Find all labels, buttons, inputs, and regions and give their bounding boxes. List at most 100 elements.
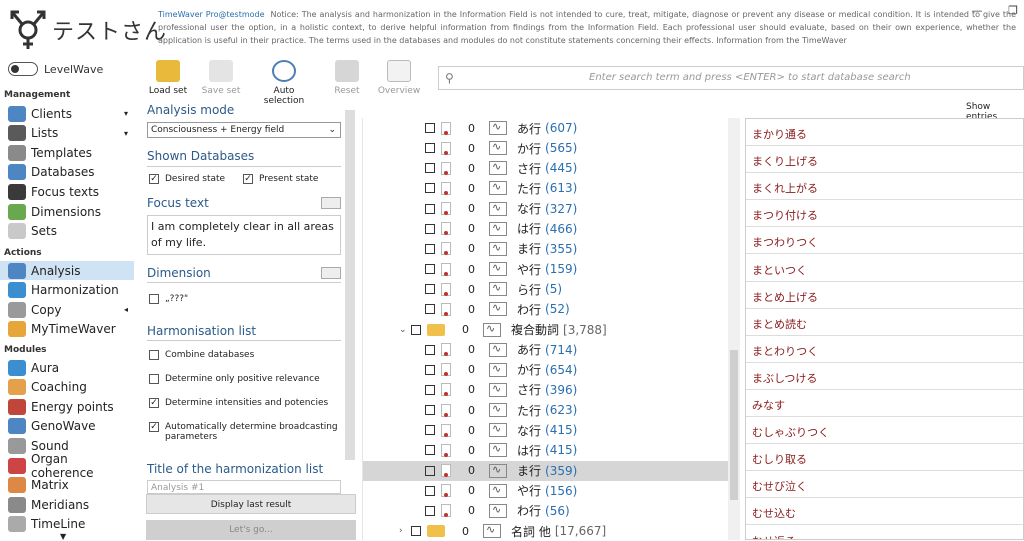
tree-row[interactable]: 0 さ行(445) [363, 158, 729, 178]
sidebar-item-focus-texts[interactable]: Focus texts [0, 182, 134, 201]
wave-icon[interactable] [489, 362, 507, 377]
tree-row[interactable]: 0 あ行(607) [363, 118, 729, 138]
tree-row[interactable]: 0 わ行(52) [363, 299, 729, 319]
search-input[interactable]: ⚲ Enter search term and press <ENTER> to… [438, 66, 1024, 90]
wave-icon[interactable] [489, 201, 507, 216]
levelwave-toggle[interactable] [8, 62, 38, 76]
row-checkbox[interactable] [425, 425, 435, 436]
tree-row[interactable]: 0 な行(415) [363, 420, 729, 440]
wave-icon[interactable] [489, 422, 507, 438]
list-item[interactable]: まつわりつく [746, 227, 1023, 255]
chevron-icon[interactable]: ▾ [124, 109, 128, 118]
sidebar-item-organ-coherence[interactable]: Organ coherence [0, 452, 134, 480]
broadcast-params-checkbox[interactable]: ✓ Automatically determine broadcasting pa… [149, 422, 339, 442]
list-item[interactable]: むせ返る [746, 526, 1023, 540]
load-set-button[interactable]: Load set [139, 60, 197, 96]
row-checkbox[interactable] [425, 405, 435, 416]
tree-scroll-thumb[interactable] [730, 350, 738, 500]
sidebar-item-matrix[interactable]: Matrix [0, 476, 134, 495]
row-checkbox[interactable] [425, 465, 435, 476]
wave-icon[interactable] [483, 322, 501, 337]
wave-icon[interactable] [489, 463, 507, 478]
row-checkbox[interactable] [425, 123, 435, 133]
tree-row[interactable]: 0 や行(156) [363, 481, 729, 501]
display-last-result-button[interactable]: Display last result [146, 494, 356, 514]
tree-row[interactable]: 0 は行(415) [363, 440, 729, 460]
sidebar-item-templates[interactable]: Templates [0, 143, 134, 162]
intensities-checkbox[interactable]: ✓ Determine intensities and potencies [149, 398, 339, 408]
list-item[interactable]: むせ込む [746, 498, 1023, 526]
tree-folder-row[interactable]: › 0 名詞 他[17,667] [363, 521, 729, 540]
row-checkbox[interactable] [425, 364, 435, 375]
list-item[interactable]: みなす [746, 390, 1023, 417]
desired-state-checkbox[interactable]: ✓ Desired state [149, 174, 239, 184]
wave-icon[interactable] [483, 523, 501, 538]
sidebar-item-timeline[interactable]: TimeLine [0, 515, 134, 534]
tree-row[interactable]: 0 ま行(359) [363, 460, 729, 481]
row-checkbox[interactable] [425, 384, 435, 395]
expand-toggle-icon[interactable]: ⌄ [399, 325, 409, 335]
sidebar-item-genowave[interactable]: GenoWave [0, 417, 134, 436]
wave-icon[interactable] [489, 221, 507, 236]
positive-relevance-checkbox[interactable]: Determine only positive relevance [149, 374, 339, 384]
row-checkbox[interactable] [425, 344, 435, 355]
wave-icon[interactable] [489, 160, 507, 176]
row-checkbox[interactable] [411, 526, 421, 536]
panel-scrollbar[interactable] [345, 110, 355, 460]
tree-row[interactable]: 0 ら行(5) [363, 279, 729, 299]
tree-row[interactable]: 0 た行(623) [363, 400, 729, 420]
sidebar-item-aura[interactable]: Aura [0, 358, 134, 377]
combine-databases-checkbox[interactable]: Combine databases [149, 350, 339, 360]
wave-icon[interactable] [489, 120, 507, 135]
row-checkbox[interactable] [425, 264, 435, 275]
row-checkbox[interactable] [411, 324, 421, 335]
tree-row[interactable]: 0 か行(565) [363, 138, 729, 158]
present-state-checkbox[interactable]: ✓ Present state [243, 174, 343, 184]
tree-row[interactable]: 0 た行(613) [363, 178, 729, 198]
chevron-icon[interactable]: ◂ [124, 305, 128, 314]
list-item[interactable]: まとめ上げる [746, 282, 1023, 309]
tree-row[interactable]: 0 わ行(56) [363, 501, 729, 521]
row-checkbox[interactable] [425, 485, 435, 496]
list-item[interactable]: まぶしつける [746, 363, 1023, 390]
overview-button[interactable]: Overview [370, 60, 428, 96]
sidebar-item-coaching[interactable]: Coaching [0, 378, 134, 397]
tree-row[interactable]: 0 は行(466) [363, 219, 729, 239]
list-item[interactable]: むしゃぶりつく [746, 417, 1023, 445]
harmonization-title-input[interactable]: Analysis #1 [147, 480, 341, 494]
list-item[interactable]: まかり通る [746, 119, 1023, 146]
row-checkbox[interactable] [425, 243, 435, 254]
row-checkbox[interactable] [425, 445, 435, 456]
sidebar-item-lists[interactable]: Lists ▾ [0, 124, 134, 143]
list-item[interactable]: むせび泣く [746, 471, 1023, 499]
tree-row[interactable]: 0 な行(327) [363, 199, 729, 219]
restore-icon[interactable]: ❐ [1008, 4, 1018, 17]
list-item[interactable]: まくり上げる [746, 146, 1023, 174]
minimize-icon[interactable]: — [972, 4, 983, 17]
tree-row[interactable]: 0 ま行(355) [363, 239, 729, 259]
list-item[interactable]: まとわりつく [746, 336, 1023, 363]
focus-text-list-button[interactable] [321, 197, 341, 209]
dimension-checkbox[interactable]: „???" [149, 294, 339, 304]
sidebar-item-sets[interactable]: Sets [0, 222, 134, 241]
wave-icon[interactable] [489, 140, 507, 156]
tree-folder-row[interactable]: ⌄ 0 複合動詞[3,788] [363, 320, 729, 340]
sidebar-item-mytimewaver[interactable]: MyTimeWaver [0, 320, 134, 339]
lets-go-button[interactable]: Let's go... [146, 520, 356, 540]
tree-row[interactable]: 0 か行(654) [363, 360, 729, 380]
sidebar-item-databases[interactable]: Databases [0, 163, 134, 182]
row-checkbox[interactable] [425, 183, 435, 194]
dimension-button[interactable] [321, 267, 341, 279]
row-checkbox[interactable] [425, 284, 435, 295]
list-item[interactable]: まとめ読む [746, 309, 1023, 336]
tree-row[interactable]: 0 さ行(396) [363, 380, 729, 400]
list-item[interactable]: まといつく [746, 255, 1023, 282]
expand-toggle-icon[interactable]: › [399, 526, 409, 536]
wave-icon[interactable] [489, 483, 507, 498]
list-item[interactable]: まくれ上がる [746, 173, 1023, 201]
chevron-icon[interactable]: ▾ [124, 129, 128, 138]
wave-icon[interactable] [489, 503, 507, 518]
list-item[interactable]: まつり付ける [746, 200, 1023, 228]
wave-icon[interactable] [489, 442, 507, 458]
wave-icon[interactable] [489, 382, 507, 397]
